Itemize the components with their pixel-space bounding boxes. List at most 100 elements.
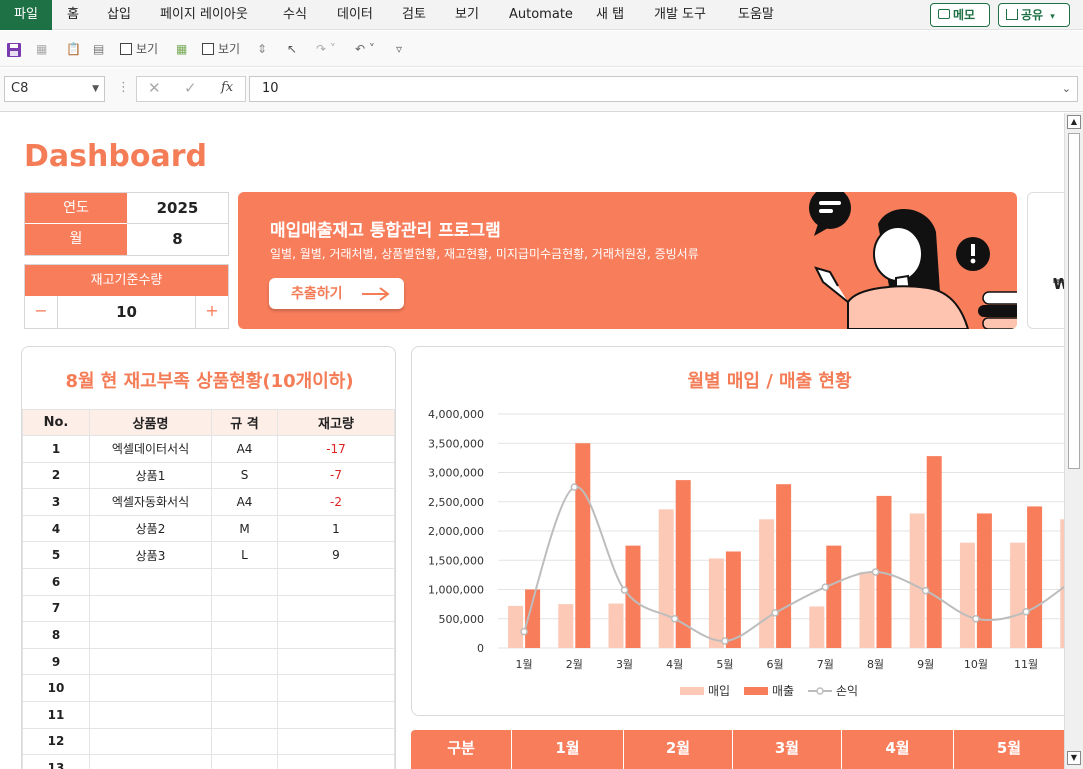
cell-reference: C8 [11, 81, 29, 96]
profit-point [871, 568, 880, 576]
decrement-button[interactable]: − [25, 296, 58, 328]
cursor-icon[interactable]: ↖ [287, 31, 297, 67]
product-spec [211, 700, 278, 729]
worksheet[interactable]: Dashboard 연도 2025 월 8 재고기준수량 − 10 + 매입매출… [0, 113, 1064, 769]
x-tick-label: 2월 [566, 658, 583, 671]
scroll-up-icon[interactable]: ▲ [1067, 115, 1081, 129]
x-tick-label: 4월 [666, 658, 683, 671]
increment-button[interactable]: + [195, 296, 228, 328]
chevron-down-icon: ▾ [1050, 12, 1055, 22]
extract-button[interactable]: 추출하기 [269, 278, 404, 309]
y-tick-label: 3,000,000 [428, 467, 484, 480]
table-row[interactable]: 9 [22, 647, 395, 676]
tab-page-layout[interactable]: 페이지 레이아웃 [160, 0, 248, 30]
row-number: 8 [22, 621, 90, 649]
table-icon[interactable]: ▤ [93, 31, 104, 67]
product-spec: L [211, 541, 278, 569]
vertical-scrollbar[interactable]: ▲ ▼ [1064, 113, 1083, 769]
bar-purchase [658, 509, 674, 648]
row-number: 2 [22, 461, 90, 490]
product-spec: M [211, 514, 278, 543]
resize-icon[interactable]: ⇕ [257, 31, 267, 67]
tab-insert[interactable]: 삽입 [107, 0, 131, 30]
product-spec [211, 674, 278, 702]
table-row[interactable]: 10 [22, 674, 395, 702]
memo-button[interactable]: 메모 [930, 3, 990, 27]
tab-file[interactable]: 파일 [0, 0, 52, 30]
table-row[interactable]: 13 [22, 754, 395, 769]
ribbon-tabs: 파일 홈 삽입 페이지 레이아웃 수식 데이터 검토 보기 Automate 새… [0, 0, 1083, 30]
tab-view[interactable]: 보기 [455, 0, 479, 30]
redo-icon[interactable]: ↷ ˅ [316, 31, 336, 67]
table-row[interactable]: 3 엑셀자동화서식 A4 -2 [22, 488, 395, 516]
bar-purchase [508, 605, 524, 648]
table-row[interactable]: 1 엑셀데이터서식 A4 -17 [22, 435, 395, 463]
table-header-row: No. 상품명 규 격 재고량 [22, 409, 395, 436]
tab-review[interactable]: 검토 [402, 0, 426, 30]
bar-sales [776, 484, 792, 648]
bar-sales [826, 545, 842, 648]
monthly-chart: 0 500,000 1,000,000 1,500,000 2,000,000 2,500… [428, 408, 1064, 698]
row-number: 12 [22, 727, 90, 756]
scroll-down-icon[interactable]: ▼ [1067, 751, 1081, 765]
table-row[interactable]: 5 상품3 L 9 [22, 541, 395, 569]
row-number: 1 [22, 435, 90, 463]
tab-home[interactable]: 홈 [67, 0, 79, 30]
scrollbar-thumb[interactable] [1068, 133, 1080, 469]
summary-header-month: 2월 [623, 730, 732, 769]
table-row[interactable]: 6 [22, 567, 395, 596]
profit-point [1022, 607, 1030, 616]
year-value[interactable]: 2025 [127, 193, 228, 224]
table-row[interactable]: 12 [22, 727, 395, 756]
summary-header-month: 1월 [511, 730, 623, 769]
number-format-icon[interactable]: ▦ [36, 31, 47, 67]
low-stock-table: No. 상품명 규 격 재고량 1 엑셀데이터서식 A4 -17 2 상품1 S -7 3엑… [22, 409, 395, 769]
paste-icon[interactable]: 📋 [66, 31, 81, 67]
low-stock-card: 8월 현 재고부족 상품현황(10개이하) No. 상품명 규 격 재고량 1엑… [21, 346, 396, 769]
profit-point [771, 609, 779, 617]
month-value[interactable]: 8 [127, 224, 228, 255]
share-button[interactable]: 공유 ▾ [998, 3, 1070, 27]
view-checkbox-2[interactable]: 보기 [202, 31, 240, 67]
product-name [89, 567, 212, 596]
check-icon[interactable]: ✓ [184, 79, 197, 97]
monthly-chart-card: 월별 매입 / 매출 현황 0 500,000 1,000,000 1,500,000… [411, 346, 1064, 716]
view-checkbox-1[interactable]: 보기 [120, 31, 158, 67]
table-row[interactable]: 11 [22, 700, 395, 729]
function-icon[interactable]: fx [221, 80, 233, 95]
bar-sales [926, 456, 942, 648]
profit-point [520, 627, 528, 636]
arrow-right-icon [362, 287, 390, 301]
tab-developer[interactable]: 개발 도구 [654, 0, 706, 30]
cancel-icon[interactable]: ✕ [148, 79, 161, 97]
customize-toolbar-icon[interactable]: ▿ [396, 31, 402, 67]
table-row[interactable]: 4 상품2 M 1 [22, 514, 395, 543]
threshold-label: 재고기준수량 [25, 265, 228, 296]
formula-input[interactable]: 10 ⌄ [249, 76, 1078, 102]
name-box[interactable]: C8 ▼ [4, 76, 105, 102]
stock-qty [277, 700, 395, 729]
legend-label-purchase: 매입 [708, 684, 730, 698]
table-row[interactable]: 7 [22, 594, 395, 623]
undo-icon[interactable]: ↶ ˅ [355, 31, 375, 67]
column-header: No. [22, 409, 90, 436]
product-spec: A4 [211, 435, 278, 463]
bar-sales [976, 513, 992, 648]
legend-label-profit: 손익 [836, 684, 858, 698]
tab-new-tab[interactable]: 새 탭 [596, 0, 624, 30]
tab-automate[interactable]: Automate [509, 0, 573, 30]
tab-data[interactable]: 데이터 [337, 0, 373, 30]
grid-icon[interactable]: ▦ [176, 31, 187, 67]
y-tick-label: 1,000,000 [428, 584, 484, 597]
monthly-summary-header: 구분 1월 2월 3월 4월 5월 [411, 730, 1064, 769]
save-icon[interactable] [6, 31, 22, 67]
product-name [89, 594, 212, 623]
tab-help[interactable]: 도움말 [738, 0, 774, 30]
table-row[interactable]: 2 상품1 S -7 [22, 461, 395, 490]
threshold-value[interactable]: 10 [58, 296, 195, 328]
tab-formulas[interactable]: 수식 [283, 0, 307, 30]
y-tick-label: 1,500,000 [428, 554, 484, 567]
x-tick-label: 9월 [917, 658, 934, 671]
table-row[interactable]: 8 [22, 621, 395, 649]
product-name: 엑셀자동화서식 [89, 488, 212, 516]
